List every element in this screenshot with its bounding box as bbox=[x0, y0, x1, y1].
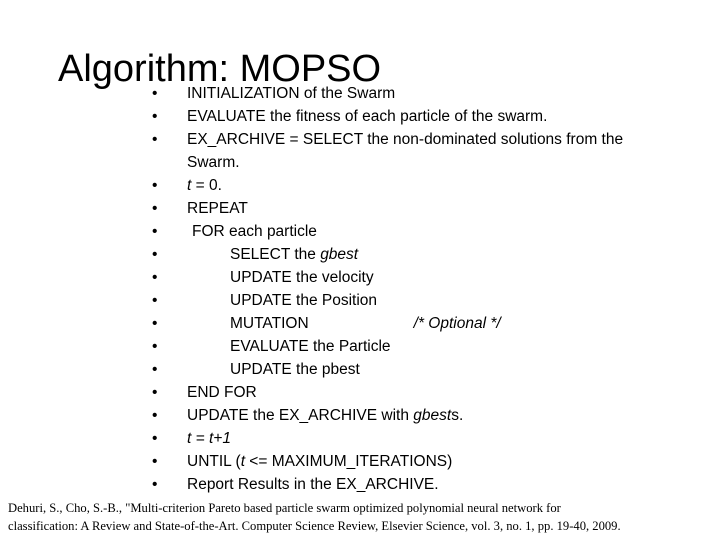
bullet-icon: • bbox=[152, 338, 158, 355]
bullet-icon: • bbox=[152, 361, 158, 378]
list-item: • REPEAT bbox=[148, 197, 648, 220]
list-item-label: REPEAT bbox=[187, 200, 248, 217]
list-item-label-after: s. bbox=[451, 407, 464, 424]
list-item-label: EX_ARCHIVE = SELECT the non-dominated so… bbox=[187, 131, 628, 171]
list-item-label: Report Results in the EX_ARCHIVE. bbox=[187, 476, 439, 493]
bullet-icon: • bbox=[152, 476, 158, 493]
list-item-label: SELECT the gbest bbox=[230, 243, 648, 266]
list-item: • FOR each particle bbox=[148, 220, 648, 243]
bullet-icon: • bbox=[152, 407, 158, 424]
list-item-label-plain: SELECT the bbox=[230, 246, 321, 263]
list-item-label: UPDATE the velocity bbox=[230, 269, 374, 286]
list-item-label: MUTATION /* Optional */ bbox=[230, 312, 648, 335]
list-item: • UPDATE the EX_ARCHIVE with gbests. bbox=[148, 404, 648, 427]
list-item-label: EVALUATE the Particle bbox=[230, 338, 391, 355]
bullet-icon: • bbox=[152, 384, 158, 401]
list-item: • EVALUATE the fitness of each particle … bbox=[148, 105, 648, 128]
bullet-icon: • bbox=[152, 430, 158, 447]
bullet-icon: • bbox=[152, 292, 158, 309]
list-item: • t = 0. bbox=[148, 174, 648, 197]
list-item: • SELECT the gbest bbox=[148, 243, 648, 266]
list-item-label: END FOR bbox=[187, 384, 257, 401]
mutation-label: MUTATION bbox=[230, 315, 309, 332]
list-item: • Report Results in the EX_ARCHIVE. bbox=[148, 473, 648, 496]
list-item-label: UNTIL (t <= MAXIMUM_ITERATIONS) bbox=[187, 450, 639, 473]
list-item-label-plain: UNTIL ( bbox=[187, 453, 241, 470]
list-item: • INITIALIZATION of the Swarm bbox=[148, 82, 648, 105]
list-item-label: FOR each particle bbox=[192, 223, 317, 240]
optional-comment: /* Optional */ bbox=[413, 315, 501, 332]
bullet-icon: • bbox=[152, 85, 158, 102]
bullet-icon: • bbox=[152, 200, 158, 217]
list-item-label: UPDATE the pbest bbox=[230, 361, 360, 378]
algorithm-pseudocode-list: • INITIALIZATION of the Swarm • EVALUATE… bbox=[148, 82, 648, 496]
list-item-label-plain: UPDATE the EX_ARCHIVE with bbox=[187, 407, 414, 424]
list-item: • UPDATE the velocity bbox=[148, 266, 648, 289]
bullet-icon: • bbox=[152, 131, 158, 148]
list-item: • END FOR bbox=[148, 381, 648, 404]
list-item: • MUTATION /* Optional */ bbox=[148, 312, 648, 335]
citation-reference: Dehuri, S., Cho, S.-B., "Multi-criterion… bbox=[8, 499, 714, 535]
list-item-label-rest: = 0. bbox=[191, 177, 222, 194]
variable-gbest: gbest bbox=[413, 407, 452, 424]
list-item: • UPDATE the Position bbox=[148, 289, 648, 312]
list-item-label-after: <= MAXIMUM_ITERATIONS) bbox=[245, 453, 453, 470]
citation-line-2: classification: A Review and State-of-th… bbox=[8, 519, 621, 533]
bullet-icon: • bbox=[152, 246, 158, 263]
slide-canvas: Algorithm: MOPSO • INITIALIZATION of the… bbox=[0, 0, 720, 540]
list-item-label: t = t+1 bbox=[187, 430, 231, 447]
bullet-icon: • bbox=[152, 269, 158, 286]
list-item-label: UPDATE the Position bbox=[230, 292, 378, 309]
bullet-icon: • bbox=[152, 453, 158, 470]
list-item-label: EVALUATE the fitness of each particle of… bbox=[187, 108, 548, 125]
list-item: • t = t+1 bbox=[148, 427, 648, 450]
bullet-icon: • bbox=[152, 177, 158, 194]
list-item-label: INITIALIZATION of the Swarm bbox=[187, 85, 396, 102]
list-item-label: UPDATE the EX_ARCHIVE with gbests. bbox=[187, 404, 639, 427]
variable-gbest: gbest bbox=[320, 246, 359, 263]
list-item: • UNTIL (t <= MAXIMUM_ITERATIONS) bbox=[148, 450, 648, 473]
list-item-label: t = 0. bbox=[187, 174, 639, 197]
list-item: • EVALUATE the Particle bbox=[148, 335, 648, 358]
list-item: • EX_ARCHIVE = SELECT the non-dominated … bbox=[148, 128, 648, 174]
bullet-icon: • bbox=[152, 223, 158, 240]
citation-line-1: Dehuri, S., Cho, S.-B., "Multi-criterion… bbox=[8, 501, 561, 515]
bullet-icon: • bbox=[152, 315, 158, 332]
bullet-icon: • bbox=[152, 108, 158, 125]
list-item: • UPDATE the pbest bbox=[148, 358, 648, 381]
